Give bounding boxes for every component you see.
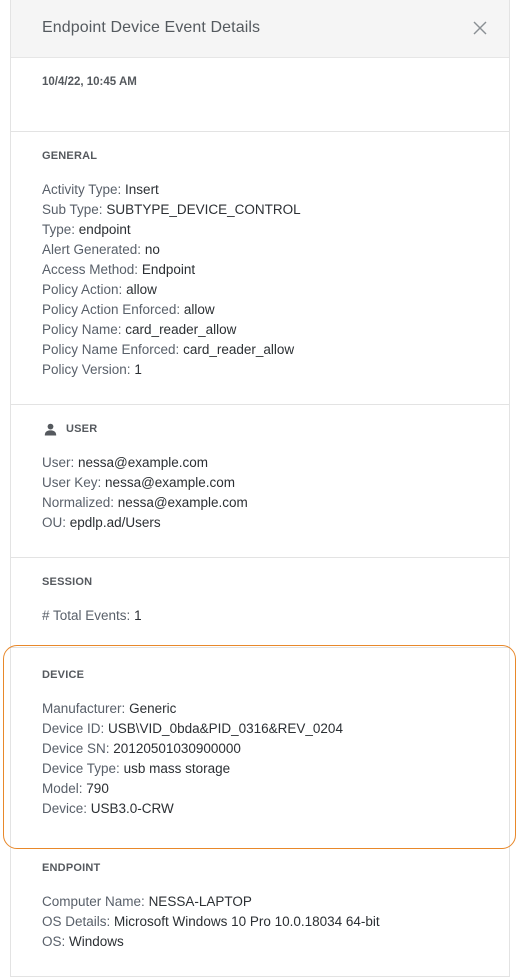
field-label: Policy Action Enforced: xyxy=(42,302,181,317)
field-row: Normalized: nessa@example.com xyxy=(42,493,248,513)
field-value: SUBTYPE_DEVICE_CONTROL xyxy=(106,202,301,217)
field-value: Windows xyxy=(69,934,124,949)
field-label: Device SN: xyxy=(42,741,110,756)
field-label: Activity Type: xyxy=(42,182,122,197)
field-row: Sub Type: SUBTYPE_DEVICE_CONTROL xyxy=(42,200,301,220)
field-value: 1 xyxy=(134,608,142,623)
panel-header: Endpoint Device Event Details xyxy=(11,0,509,58)
field-label: Access Method: xyxy=(42,262,139,277)
field-label: Sub Type: xyxy=(42,202,103,217)
field-value: nessa@example.com xyxy=(117,495,248,510)
general-fields: Activity Type: Insert Sub Type: SUBTYPE_D… xyxy=(42,180,301,380)
field-label: Computer Name: xyxy=(42,894,145,909)
field-row: OU: epdlp.ad/Users xyxy=(42,513,248,533)
field-label: Manufacturer: xyxy=(42,701,126,716)
field-value: NESSA-LAPTOP xyxy=(148,894,252,909)
field-row: Activity Type: Insert xyxy=(42,180,301,200)
field-value: card_reader_allow xyxy=(125,322,237,337)
field-value: no xyxy=(144,242,160,257)
field-row: Manufacturer: Generic xyxy=(42,699,343,719)
field-label: Model: xyxy=(42,781,83,796)
field-label: OS Details: xyxy=(42,914,111,929)
field-label: Policy Version: xyxy=(42,362,131,377)
field-value: 20120501030900000 xyxy=(113,741,241,756)
field-value: epdlp.ad/Users xyxy=(69,515,161,530)
field-value: 1 xyxy=(134,362,142,377)
field-row: Policy Version: 1 xyxy=(42,360,301,380)
date-section xyxy=(11,58,509,132)
session-section xyxy=(11,558,509,648)
field-value: USB\VID_0bda&PID_0316&REV_0204 xyxy=(108,721,343,736)
field-row: Alert Generated: no xyxy=(42,240,301,260)
field-row: User: nessa@example.com xyxy=(42,453,248,473)
field-value: card_reader_allow xyxy=(183,342,295,357)
field-label: Device: xyxy=(42,801,88,816)
general-section-title: GENERAL xyxy=(42,150,98,162)
panel-title: Endpoint Device Event Details xyxy=(42,19,261,36)
field-row: # Total Events: 1 xyxy=(42,606,142,626)
field-label: Normalized: xyxy=(42,495,115,510)
field-value: nessa@example.com xyxy=(78,455,209,470)
device-section-title: DEVICE xyxy=(42,669,85,681)
field-row: Device Type: usb mass storage xyxy=(42,759,343,779)
field-row: Policy Name: card_reader_allow xyxy=(42,320,301,340)
session-fields: # Total Events: 1 xyxy=(42,606,142,626)
field-value: Microsoft Windows 10 Pro 10.0.18034 64-b… xyxy=(114,914,380,929)
field-value: USB3.0-CRW xyxy=(90,801,174,816)
field-row: Policy Action: allow xyxy=(42,280,301,300)
field-label: Policy Name: xyxy=(42,322,122,337)
field-value: 790 xyxy=(86,781,109,796)
user-section-title: USER xyxy=(66,423,98,435)
close-button[interactable] xyxy=(473,21,487,35)
field-row: OS: Windows xyxy=(42,932,380,952)
user-fields: User: nessa@example.com User Key: nessa@e… xyxy=(42,453,248,533)
device-fields: Manufacturer: Generic Device ID: USB\VID_… xyxy=(42,699,343,819)
field-value: Insert xyxy=(125,182,159,197)
field-value: endpoint xyxy=(78,222,131,237)
field-label: Device Type: xyxy=(42,761,120,776)
field-label: Policy Name Enforced: xyxy=(42,342,180,357)
field-value: Generic xyxy=(129,701,177,716)
field-row: Device ID: USB\VID_0bda&PID_0316&REV_020… xyxy=(42,719,343,739)
session-section-title: SESSION xyxy=(42,576,93,588)
field-label: OS: xyxy=(42,934,66,949)
field-row: Policy Name Enforced: card_reader_allow xyxy=(42,340,301,360)
endpoint-section-title: ENDPOINT xyxy=(42,862,101,874)
field-value: Endpoint xyxy=(141,262,196,277)
close-icon xyxy=(473,21,487,35)
field-value: allow xyxy=(126,282,157,297)
field-label: # Total Events: xyxy=(42,608,131,623)
field-value: nessa@example.com xyxy=(105,475,236,490)
field-label: OU: xyxy=(42,515,67,530)
field-label: Type: xyxy=(42,222,76,237)
field-row: Computer Name: NESSA-LAPTOP xyxy=(42,892,380,912)
field-label: Alert Generated: xyxy=(42,242,142,257)
field-row: OS Details: Microsoft Windows 10 Pro 10.… xyxy=(42,912,380,932)
field-value: usb mass storage xyxy=(123,761,231,776)
field-row: Access Method: Endpoint xyxy=(42,260,301,280)
endpoint-fields: Computer Name: NESSA-LAPTOP OS Details: M… xyxy=(42,892,380,952)
field-label: User: xyxy=(42,455,75,470)
field-row: Device: USB3.0-CRW xyxy=(42,799,343,819)
event-details-panel: Endpoint Device Event Details 10/4/22, 1… xyxy=(10,0,510,977)
field-row: Policy Action Enforced: allow xyxy=(42,300,301,320)
field-row: Device SN: 20120501030900000 xyxy=(42,739,343,759)
field-row: Type: endpoint xyxy=(42,220,301,240)
field-label: Device ID: xyxy=(42,721,105,736)
field-row: User Key: nessa@example.com xyxy=(42,473,248,493)
field-value: allow xyxy=(183,302,215,317)
field-label: User Key: xyxy=(42,475,102,490)
field-label: Policy Action: xyxy=(42,282,123,297)
event-timestamp: 10/4/22, 10:45 AM xyxy=(42,76,137,88)
field-row: Model: 790 xyxy=(42,779,343,799)
user-icon xyxy=(44,423,57,436)
